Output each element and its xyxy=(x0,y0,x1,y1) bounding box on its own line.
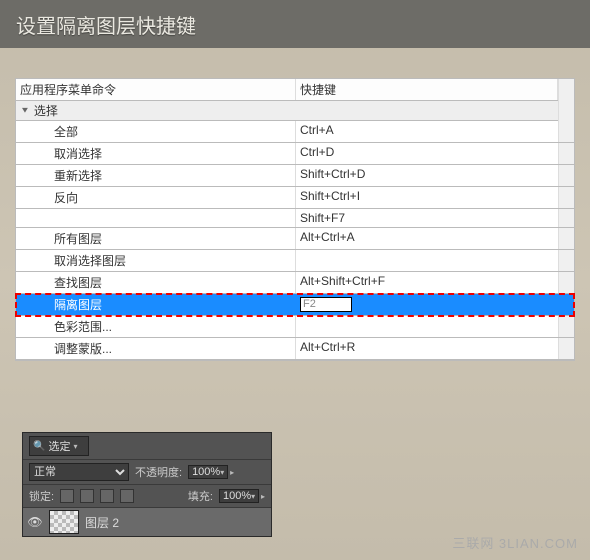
layer-name: 图层 2 xyxy=(85,514,119,531)
lock-position-icon[interactable] xyxy=(100,489,114,503)
table-row[interactable]: 隔离图层 xyxy=(16,294,574,316)
chevron-down-icon: ▾ xyxy=(251,492,255,501)
title-bar: 设置隔离图层快捷键 xyxy=(0,0,590,48)
table-header-row: 应用程序菜单命令 快捷键 xyxy=(16,79,574,101)
category-row[interactable]: ▼ 选择 xyxy=(16,101,574,121)
header-shortcut[interactable]: 快捷键 xyxy=(296,79,558,100)
chevron-down-icon: ▾ xyxy=(220,468,224,477)
lock-transparent-icon[interactable] xyxy=(60,489,74,503)
shortcut-cell[interactable]: Ctrl+D xyxy=(296,143,574,164)
shortcut-input[interactable] xyxy=(300,297,352,312)
fill-input[interactable]: 100% ▾ xyxy=(219,489,259,503)
cmd-cell: 取消选择 xyxy=(16,143,296,164)
lock-image-icon[interactable] xyxy=(80,489,94,503)
layers-blend-row: 正常 不透明度: 100% ▾ ▸ xyxy=(23,460,271,485)
opacity-label: 不透明度: xyxy=(135,464,182,480)
dropdown-arrow-icon[interactable]: ▸ xyxy=(261,492,265,501)
shortcut-cell[interactable] xyxy=(296,294,574,315)
category-label: 选择 xyxy=(34,102,58,119)
cmd-cell: 所有图层 xyxy=(16,228,296,249)
layer-search[interactable]: 🔍 选定 ▾ xyxy=(29,436,89,456)
table-row[interactable]: 所有图层Alt+Ctrl+A xyxy=(16,228,574,250)
shortcut-cell[interactable]: Shift+Ctrl+D xyxy=(296,165,574,186)
table-row[interactable]: 色彩范围... xyxy=(16,316,574,338)
page-title: 设置隔离图层快捷键 xyxy=(16,16,196,38)
shortcut-cell[interactable]: Alt+Shift+Ctrl+F xyxy=(296,272,574,293)
layers-panel: 🔍 选定 ▾ 正常 不透明度: 100% ▾ ▸ 锁定: 填充: 100% ▾ xyxy=(22,432,272,537)
header-command[interactable]: 应用程序菜单命令 xyxy=(16,79,296,100)
search-icon: 🔍 xyxy=(33,441,45,452)
cmd-cell: 色彩范围... xyxy=(16,316,296,337)
layer-thumbnail[interactable] xyxy=(49,510,79,534)
layers-filter-row: 🔍 选定 ▾ xyxy=(23,433,271,460)
cmd-cell: 取消选择图层 xyxy=(16,250,296,271)
shortcut-cell[interactable]: Alt+Ctrl+A xyxy=(296,228,574,249)
fill-label: 填充: xyxy=(188,488,213,504)
table-row[interactable]: 取消选择图层 xyxy=(16,250,574,272)
blend-mode-select[interactable]: 正常 xyxy=(29,463,129,481)
table-row[interactable]: Shift+F7 xyxy=(16,209,574,228)
chevron-down-icon: ▾ xyxy=(73,442,77,451)
cmd-cell: 重新选择 xyxy=(16,165,296,186)
table-row[interactable]: 调整蒙版...Alt+Ctrl+R xyxy=(16,338,574,360)
shortcut-cell[interactable]: Alt+Ctrl+R xyxy=(296,338,574,359)
layers-lock-row: 锁定: 填充: 100% ▾ ▸ xyxy=(23,485,271,508)
cmd-cell: 全部 xyxy=(16,121,296,142)
table-row[interactable]: 反向Shift+Ctrl+I xyxy=(16,187,574,209)
table-row[interactable]: 全部Ctrl+A xyxy=(16,121,574,143)
layer-item[interactable]: 👁 图层 2 xyxy=(23,508,271,536)
shortcuts-table: 应用程序菜单命令 快捷键 ▼ 选择 全部Ctrl+A取消选择Ctrl+D重新选择… xyxy=(15,78,575,361)
dropdown-arrow-icon[interactable]: ▸ xyxy=(230,468,234,477)
table-row[interactable]: 取消选择Ctrl+D xyxy=(16,143,574,165)
lock-all-icon[interactable] xyxy=(120,489,134,503)
table-row[interactable]: 查找图层Alt+Shift+Ctrl+F xyxy=(16,272,574,294)
shortcut-cell[interactable]: Shift+F7 xyxy=(296,209,574,227)
lock-label: 锁定: xyxy=(29,488,54,504)
visibility-eye-icon[interactable]: 👁 xyxy=(27,515,43,529)
cmd-cell: 反向 xyxy=(16,187,296,208)
shortcut-cell[interactable]: Shift+Ctrl+I xyxy=(296,187,574,208)
disclosure-triangle-icon: ▼ xyxy=(20,106,30,115)
layer-kind-value: 选定 xyxy=(48,438,70,454)
cmd-cell xyxy=(16,209,296,227)
shortcut-cell[interactable] xyxy=(296,250,574,271)
watermark: 三联网 3LIAN.COM xyxy=(452,533,578,552)
shortcut-cell[interactable] xyxy=(296,316,574,337)
cmd-cell: 调整蒙版... xyxy=(16,338,296,359)
opacity-input[interactable]: 100% ▾ xyxy=(188,465,228,479)
table-row[interactable]: 重新选择Shift+Ctrl+D xyxy=(16,165,574,187)
shortcut-cell[interactable]: Ctrl+A xyxy=(296,121,574,142)
cmd-cell: 查找图层 xyxy=(16,272,296,293)
cmd-cell: 隔离图层 xyxy=(16,294,296,315)
